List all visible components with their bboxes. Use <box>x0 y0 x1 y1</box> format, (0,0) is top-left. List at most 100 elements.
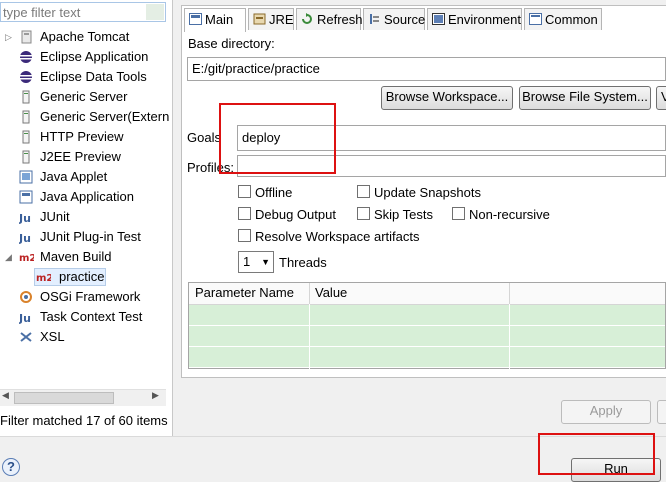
tree-item-osgi-framework[interactable]: OSGi Framework <box>0 287 168 307</box>
tab-label: Source <box>384 12 426 27</box>
table-header: Parameter Name Value <box>189 283 665 305</box>
tree-item-eclipse-application[interactable]: Eclipse Application <box>0 47 168 67</box>
column-divider <box>309 304 310 370</box>
tree-item-label: Eclipse Application <box>40 49 149 64</box>
tree-item-label: Task Context Test <box>40 309 143 324</box>
variables-button[interactable]: V <box>656 86 666 110</box>
checkbox-box[interactable] <box>357 185 370 198</box>
tree-item-label: HTTP Preview <box>40 129 124 144</box>
tree-item-generic-server[interactable]: Generic Server <box>0 87 168 107</box>
checkbox-label: Non-recursive <box>469 207 550 222</box>
tree-item-maven-build[interactable]: ◢ m2 Maven Build <box>0 247 168 267</box>
table-row[interactable] <box>189 326 665 347</box>
filter-input[interactable]: type filter text <box>0 2 166 22</box>
tab-environment[interactable]: Environment <box>427 8 522 30</box>
help-icon[interactable]: ? <box>2 458 20 476</box>
source-icon <box>370 14 379 24</box>
tree-item-junit-plugin-test[interactable]: Ju JUnit Plug-in Test <box>0 227 168 247</box>
threads-select[interactable]: 1 ▼ <box>238 251 274 273</box>
tab-jre[interactable]: JRE <box>248 8 294 30</box>
filter-clear-icon[interactable] <box>146 4 164 20</box>
table-row[interactable] <box>189 305 665 326</box>
tree-item-label: Maven Build <box>40 249 112 264</box>
server-icon <box>22 130 30 144</box>
column-divider <box>509 283 510 304</box>
java-applet-icon <box>19 170 33 184</box>
tab-source[interactable]: Source <box>363 8 425 30</box>
tree-item-java-applet[interactable]: Java Applet <box>0 167 168 187</box>
server-icon <box>22 150 30 164</box>
tree-item-label: JUnit <box>40 209 70 224</box>
svg-text:m2: m2 <box>19 253 34 264</box>
xsl-icon <box>20 332 32 342</box>
scrollbar-thumb[interactable] <box>14 392 114 404</box>
tree-item-task-context-test[interactable]: Ju Task Context Test <box>0 307 168 327</box>
chevron-down-icon[interactable]: ▼ <box>261 252 270 272</box>
run-highlight-annotation <box>538 433 655 475</box>
java-application-icon <box>19 190 33 204</box>
scroll-left-icon[interactable]: ◀ <box>2 390 9 401</box>
parameters-table[interactable]: Parameter Name Value <box>188 282 666 370</box>
column-divider <box>509 304 510 370</box>
tree-horizontal-scrollbar[interactable]: ◀ ▶ <box>0 389 166 406</box>
table-row[interactable] <box>189 347 665 368</box>
debug-output-checkbox[interactable]: Debug Output <box>238 207 336 222</box>
server-icon <box>22 90 30 104</box>
non-recursive-checkbox[interactable]: Non-recursive <box>452 207 550 222</box>
scroll-right-icon[interactable]: ▶ <box>152 390 159 401</box>
tree-item-eclipse-data-tools[interactable]: Eclipse Data Tools <box>0 67 168 87</box>
tree-item-practice[interactable]: m2 practice <box>0 267 168 287</box>
tree-item-junit[interactable]: Ju JUnit <box>0 207 168 227</box>
tomcat-icon <box>21 30 32 44</box>
junit-icon: Ju <box>19 212 31 224</box>
tree-item-j2ee-preview[interactable]: J2EE Preview <box>0 147 168 167</box>
tree-item-label: Java Application <box>40 189 134 204</box>
tree-item-label: Apache Tomcat <box>40 29 130 44</box>
threads-value: 1 <box>243 254 251 269</box>
tab-label: JRE <box>269 12 294 27</box>
revert-button[interactable] <box>657 400 666 424</box>
skip-tests-checkbox[interactable]: Skip Tests <box>357 207 433 222</box>
tree-item-xsl[interactable]: XSL <box>0 327 168 347</box>
tab-common[interactable]: Common <box>524 8 602 30</box>
goals-label: Goals <box>187 130 221 145</box>
tree-item-label: Java Applet <box>40 169 108 184</box>
svg-text:m2: m2 <box>36 273 51 284</box>
update-snapshots-checkbox[interactable]: Update Snapshots <box>357 185 481 200</box>
resolve-workspace-checkbox[interactable]: Resolve Workspace artifacts <box>238 229 420 244</box>
expand-arrow-icon[interactable]: ▷ <box>5 27 12 47</box>
tree-item-generic-server-external[interactable]: Generic Server(Extern <box>0 107 170 127</box>
tree-item-http-preview[interactable]: HTTP Preview <box>0 127 168 147</box>
offline-checkbox[interactable]: Offline <box>238 185 292 200</box>
checkbox-box[interactable] <box>238 229 251 242</box>
tree-item-apache-tomcat[interactable]: ▷ Apache Tomcat <box>0 27 168 47</box>
checkbox-box[interactable] <box>238 207 251 220</box>
column-header-parameter-name[interactable]: Parameter Name <box>195 285 294 300</box>
tree-item-label: OSGi Framework <box>40 289 141 304</box>
apply-button[interactable]: Apply <box>561 400 651 424</box>
checkbox-box[interactable] <box>357 207 370 220</box>
checkbox-box[interactable] <box>452 207 465 220</box>
checkbox-label: Debug Output <box>255 207 336 222</box>
checkbox-box[interactable] <box>238 185 251 198</box>
checkbox-label: Update Snapshots <box>374 185 481 200</box>
jre-icon <box>253 13 266 25</box>
threads-label: Threads <box>279 255 327 270</box>
tab-main[interactable]: Main <box>184 8 246 32</box>
tree-item-label: Generic Server(Extern <box>40 109 170 124</box>
column-header-value[interactable]: Value <box>315 285 347 300</box>
tree-item-label: J2EE Preview <box>40 149 121 164</box>
refresh-icon <box>302 13 312 24</box>
eclipse-icon <box>20 51 32 63</box>
tree-item-label: Generic Server <box>40 89 128 104</box>
tab-refresh[interactable]: Refresh <box>296 8 363 30</box>
tab-label: Refresh <box>317 12 363 27</box>
checkbox-label: Offline <box>255 185 293 200</box>
browse-workspace-button[interactable]: Browse Workspace... <box>381 86 513 110</box>
checkbox-label: Skip Tests <box>374 207 434 222</box>
collapse-arrow-icon[interactable]: ◢ <box>5 247 12 267</box>
base-directory-field[interactable]: E:/git/practice/practice <box>187 57 666 81</box>
goals-highlight-annotation <box>219 103 336 174</box>
tree-item-java-application[interactable]: Java Application <box>0 187 168 207</box>
browse-file-system-button[interactable]: Browse File System... <box>519 86 651 110</box>
